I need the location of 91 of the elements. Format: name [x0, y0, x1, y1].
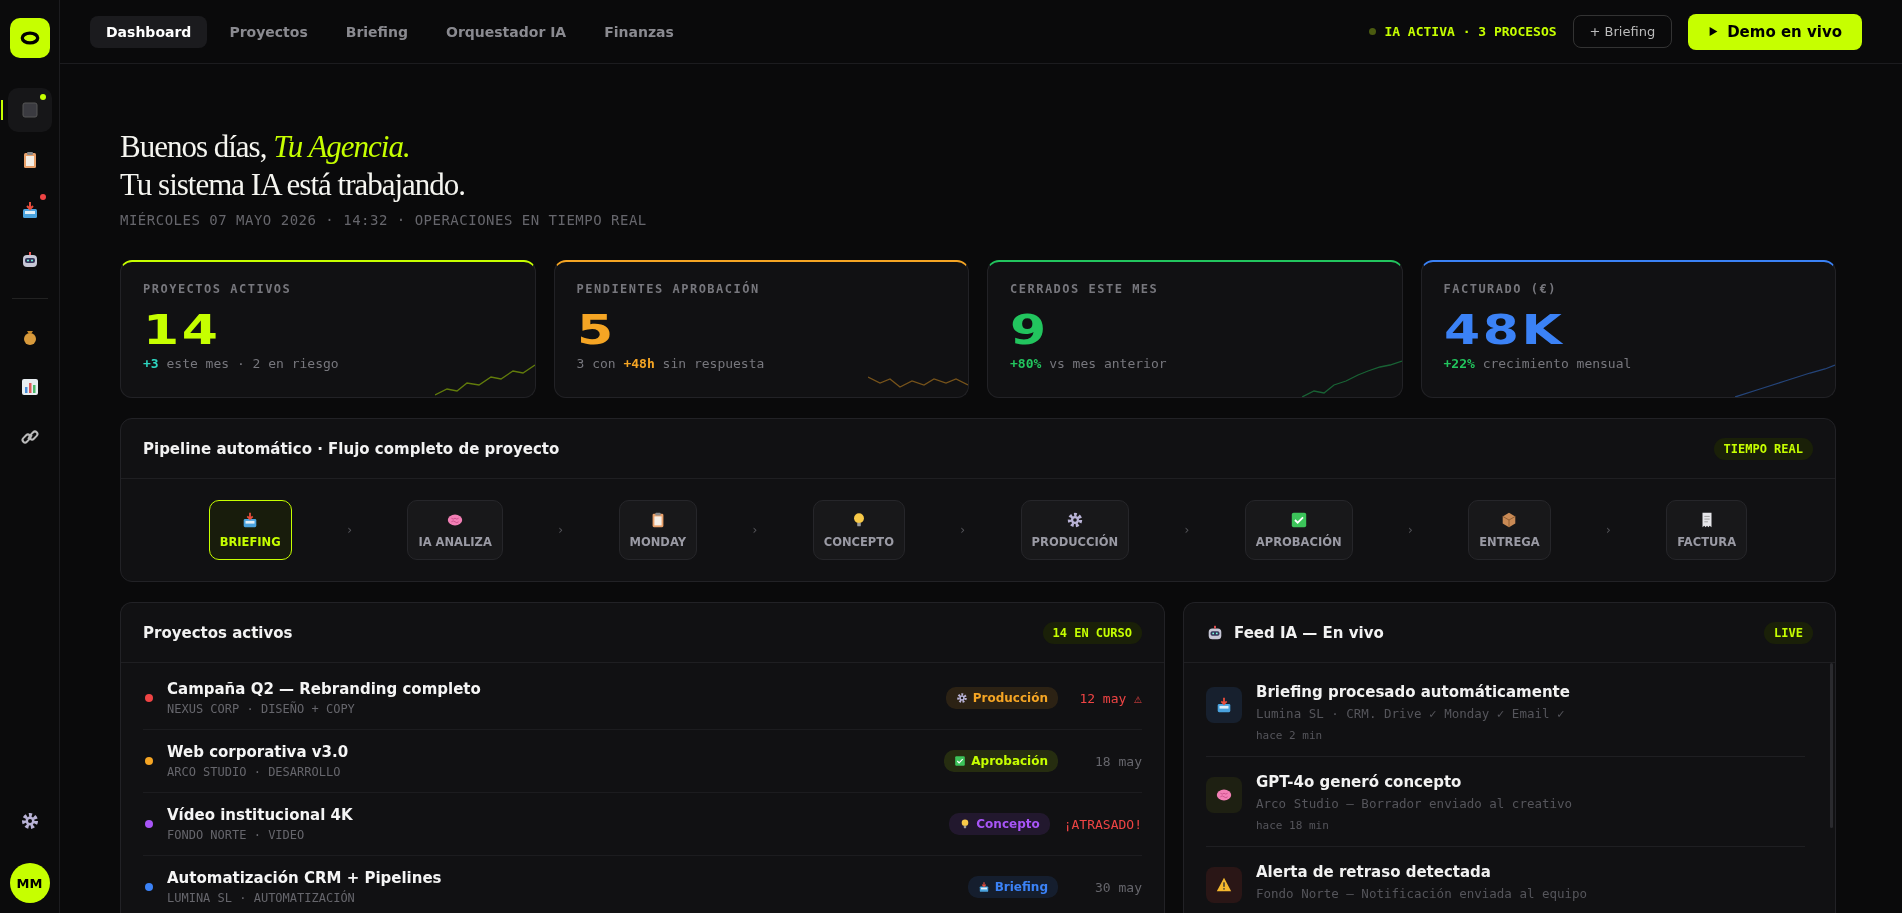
stat-value: 48K — [1443, 310, 1565, 350]
stat-note: 3 con +48h sin respuesta — [576, 356, 766, 371]
gear-icon — [955, 692, 968, 704]
project-meta: FONDO NORTE · VIDEO — [167, 828, 306, 842]
stat-label: FACTURADO (€) — [1443, 282, 1558, 296]
inbox-icon — [977, 881, 990, 893]
pipeline-step[interactable]: APROBACIÓN — [1244, 500, 1353, 560]
stat-value: 14 — [143, 310, 222, 350]
greeting-heading: Buenos días, Tu Agencia. — [120, 128, 411, 166]
live-badge: LIVE — [1764, 621, 1813, 644]
stat-label: PENDIENTES APROBACIÓN — [576, 282, 761, 296]
project-row[interactable]: Vídeo institucional 4K FONDO NORTE · VIDEO Concepto ¡ATRASADO! — [143, 793, 1142, 856]
project-row[interactable]: Campaña Q2 — Rebranding completo NEXUS CORP · DISEÑO + COPY Producción 12 may ⚠ — [143, 667, 1142, 730]
count-badge: 14 EN CURSO — [1042, 621, 1142, 644]
pipeline-step[interactable]: PRODUCCIÓN — [1020, 500, 1130, 560]
demo-button[interactable]: Demo en vivo — [1688, 13, 1862, 50]
step-separator: › — [1184, 523, 1190, 537]
feed-title: Briefing procesado automáticamente — [1256, 683, 1570, 701]
nav-tab[interactable]: Dashboard — [90, 15, 208, 48]
feed-time: hace 18 min — [1256, 819, 1330, 832]
stat-note: +3 este mes · 2 en riesgo — [143, 356, 340, 371]
step-separator: › — [752, 523, 758, 537]
pipeline-step[interactable]: CONCEPTO — [812, 500, 905, 560]
feed-detail: Arco Studio — Borrador enviado al creativo — [1256, 796, 1573, 811]
avatar[interactable]: MM — [9, 863, 50, 903]
feed-item[interactable]: GPT-4o generó concepto Arco Studio — Borrador enviado al creativo hace 18 min — [1206, 757, 1805, 847]
briefing-button[interactable]: + Briefing — [1572, 15, 1673, 48]
nav-tab[interactable]: Proyectos — [213, 15, 324, 48]
feed-item[interactable]: Briefing procesado automáticamente Lumina SL · CRM. Drive ✓ Monday ✓ Email ✓ hace 2 min — [1206, 667, 1805, 757]
stage-tag: Concepto — [949, 813, 1050, 835]
stat-value: 5 — [576, 310, 617, 350]
pipeline-step[interactable]: IA ANALIZA — [407, 500, 503, 560]
robot-icon — [1206, 623, 1224, 642]
project-name: Vídeo institucional 4K — [167, 806, 354, 824]
square-icon — [19, 100, 40, 120]
panel-title: Feed IA — En vivo — [1234, 623, 1384, 642]
pipeline-step[interactable]: MONDAY — [618, 500, 698, 560]
due-date: ¡ATRASADO! — [1063, 816, 1142, 832]
project-row[interactable]: Automatización CRM + Pipelines LUMINA SL · AUTOMATIZACIÓN Briefing 30 may — [143, 856, 1142, 913]
step-separator: › — [347, 523, 352, 537]
stat-label: PROYECTOS ACTIVOS — [143, 282, 293, 296]
project-meta: ARCO STUDIO · DESARROLLO — [167, 765, 342, 779]
checkbox-icon — [954, 755, 967, 767]
warning-icon — [1215, 876, 1233, 894]
panel-title: Pipeline automático · Flujo completo de proyecto — [143, 439, 560, 458]
bar-chart-icon — [19, 377, 40, 397]
due-date: 12 may ⚠ — [1078, 690, 1142, 706]
feed-detail: Fondo Norte — Notificación enviada al equipo — [1256, 886, 1588, 901]
project-meta: LUMINA SL · AUTOMATIZACIÓN — [167, 891, 356, 905]
status-text: IA ACTIVA · 3 PROCESOS — [1384, 24, 1557, 39]
stage-tag: Briefing — [967, 876, 1058, 898]
due-date: 18 may — [1094, 753, 1142, 769]
feed-title: GPT-4o generó concepto — [1256, 773, 1463, 791]
nav-tab[interactable]: Briefing — [329, 15, 424, 48]
status-dot — [1369, 28, 1377, 35]
feed-item[interactable]: Alerta de retraso detectada Fondo Norte — Notificación enviada al equipo — [1206, 847, 1805, 913]
step-separator: › — [960, 523, 966, 537]
project-name: Web corporativa v3.0 — [167, 743, 350, 761]
feed-time: hace 2 min — [1256, 729, 1324, 742]
due-date: 30 may — [1094, 879, 1142, 895]
nav-tab[interactable]: Orquestador IA — [430, 15, 583, 48]
project-meta: NEXUS CORP · DISEÑO + COPY — [167, 702, 356, 716]
step-separator: › — [1408, 523, 1413, 537]
project-name: Campaña Q2 — Rebranding completo — [167, 680, 482, 698]
step-separator: › — [1606, 523, 1611, 537]
stat-value: 9 — [1010, 310, 1050, 350]
step-separator: › — [558, 523, 564, 537]
project-name: Automatización CRM + Pipelines — [167, 869, 443, 887]
status-badge: TIEMPO REAL — [1713, 437, 1813, 460]
checkbox-icon — [1289, 511, 1308, 529]
stat-label: CERRADOS ESTE MES — [1010, 282, 1160, 296]
logo[interactable] — [9, 18, 50, 58]
date-line: MIÉRCOLES 07 MAYO 2026 · 14:32 · OPERACIONES EN TIEMPO REAL — [120, 212, 648, 228]
project-row[interactable]: Web corporativa v3.0 ARCO STUDIO · DESARROLLO Aprobación 18 may — [143, 730, 1142, 793]
pipeline-step[interactable]: BRIEFING — [208, 500, 292, 560]
feed-title: Alerta de retraso detectada — [1256, 863, 1492, 881]
stat-note: +80% vs mes anterior — [1010, 356, 1168, 371]
feed-detail: Lumina SL · CRM. Drive ✓ Monday ✓ Email ✓ — [1256, 706, 1566, 721]
stage-tag: Aprobación — [944, 750, 1058, 772]
greeting-subheading: Tu sistema IA está trabajando. — [120, 166, 467, 204]
settings-icon — [19, 811, 40, 831]
inbox-icon — [1215, 696, 1233, 714]
panel-title: Proyectos activos — [143, 623, 293, 642]
pipeline-step[interactable]: FACTURA — [1666, 500, 1748, 560]
gear-icon — [1065, 511, 1084, 529]
play-icon — [1708, 26, 1720, 37]
stat-note: +22% crecimiento mensual — [1443, 356, 1633, 371]
link-icon — [19, 427, 40, 447]
pipeline-step[interactable]: ENTREGA — [1468, 500, 1551, 560]
stage-tag: Producción — [945, 687, 1058, 709]
nav-tab[interactable]: Finanzas — [588, 15, 690, 48]
